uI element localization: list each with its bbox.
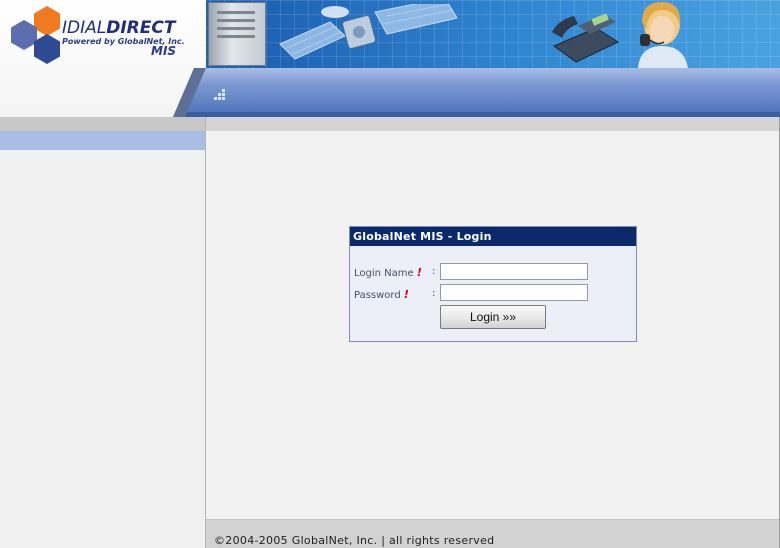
header: IDIALDIRECT Powered by GlobalNet, Inc. M… xyxy=(0,0,780,117)
telephone-icon xyxy=(552,13,620,63)
sidebar-top-bar xyxy=(0,117,205,131)
login-name-input[interactable] xyxy=(440,263,588,280)
brand-idial: IDIAL xyxy=(62,18,107,38)
main-top-bar xyxy=(206,117,779,131)
password-input[interactable] xyxy=(440,284,588,301)
support-person-icon xyxy=(638,2,688,68)
password-required-marker: ! xyxy=(403,288,409,301)
login-name-label: Login Name ! xyxy=(354,266,422,279)
sidebar xyxy=(0,117,206,548)
login-title: GlobalNet MIS - Login xyxy=(350,227,636,246)
footer-copyright: ©2004-2005 GlobalNet, Inc. | all rights … xyxy=(214,534,495,547)
dots-icon xyxy=(214,89,226,101)
login-name-required-marker: ! xyxy=(416,266,422,279)
satellite-icon xyxy=(279,4,458,60)
brand-name: IDIALDIRECT xyxy=(62,18,175,38)
password-colon: : xyxy=(432,288,436,299)
brand-direct: DIRECT xyxy=(106,18,176,38)
login-name-colon: : xyxy=(432,266,436,277)
footer: ©2004-2005 GlobalNet, Inc. | all rights … xyxy=(206,519,779,548)
brand-mis: MIS xyxy=(151,44,177,58)
password-label: Password ! xyxy=(354,288,409,301)
login-button[interactable]: Login »» xyxy=(440,305,546,329)
logo-hexagons-icon xyxy=(11,6,60,64)
sidebar-active-item[interactable] xyxy=(0,131,205,150)
login-box: GlobalNet MIS - Login Login Name ! : Pas… xyxy=(349,226,637,342)
server-icon xyxy=(208,2,266,66)
